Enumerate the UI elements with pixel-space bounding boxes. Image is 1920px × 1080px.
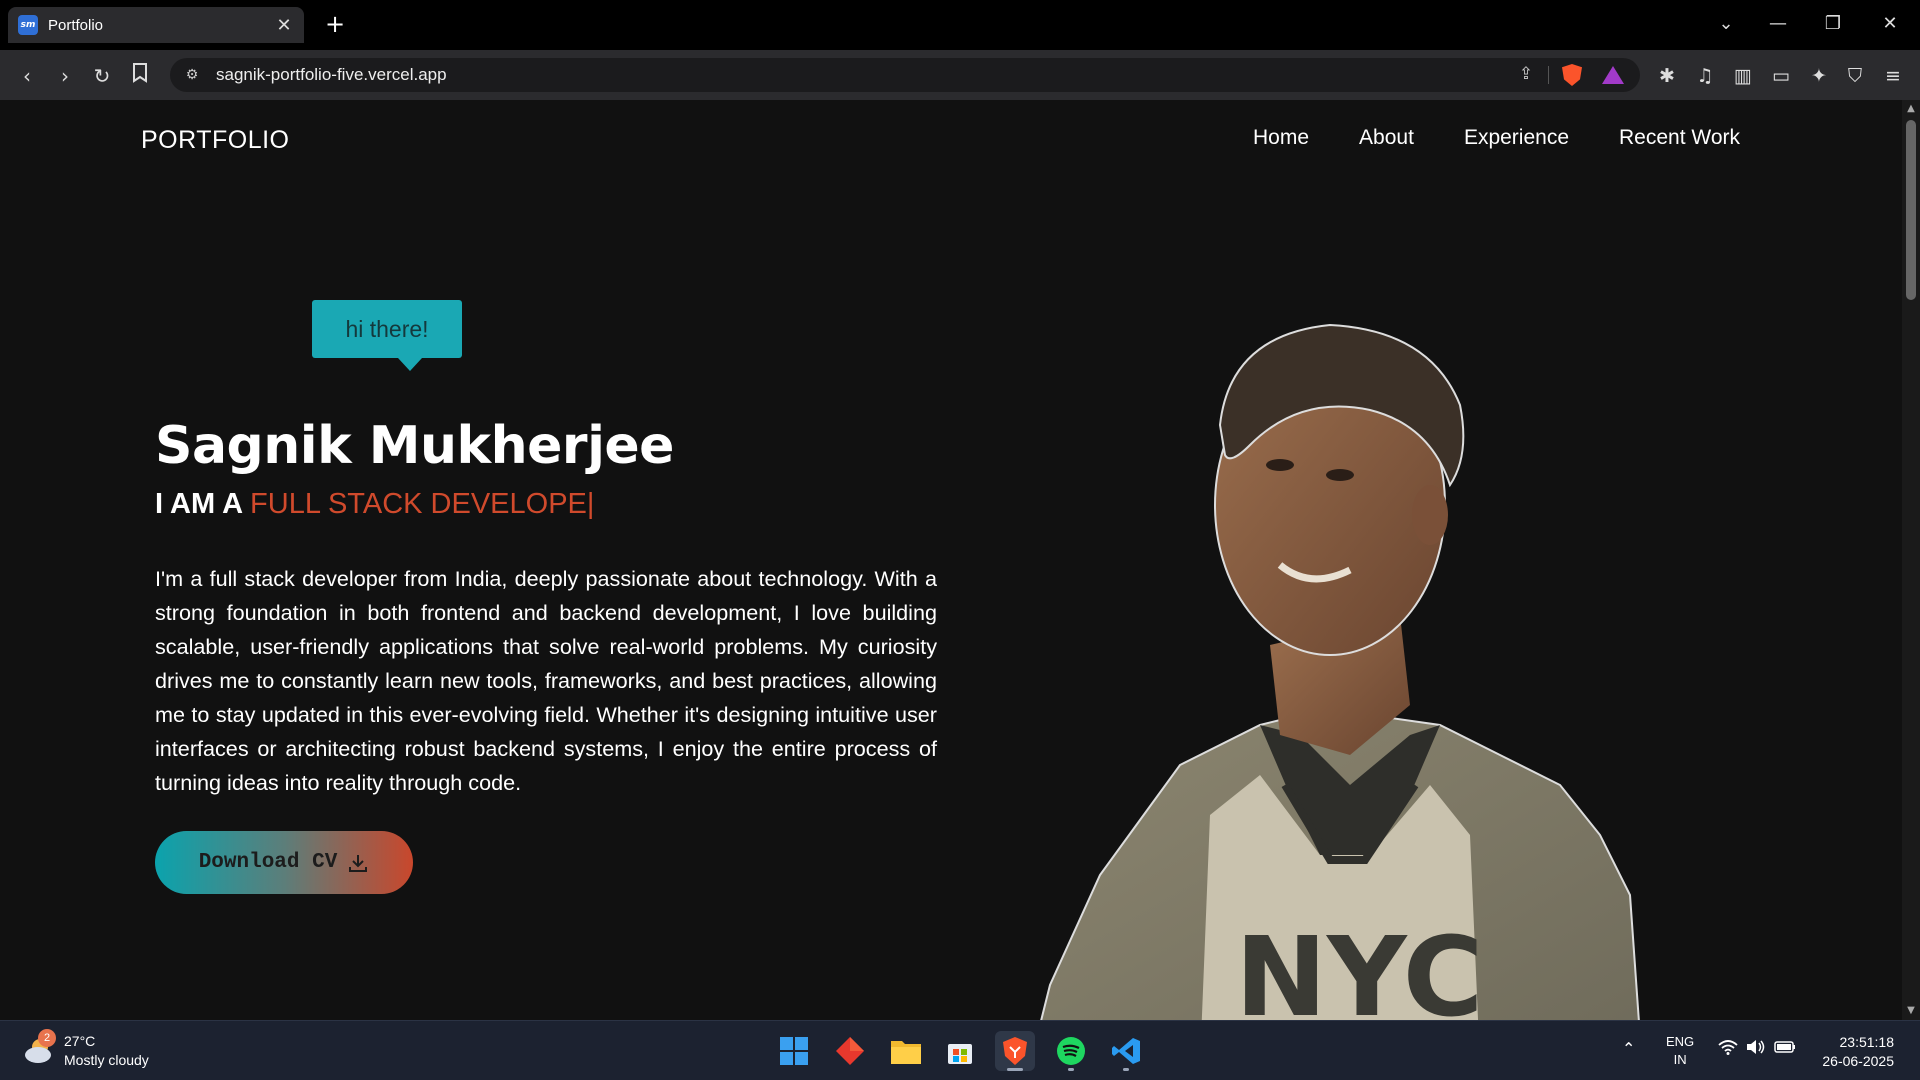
- taskbar-spotify[interactable]: [1051, 1031, 1091, 1071]
- nav-experience[interactable]: Experience: [1464, 126, 1569, 150]
- favicon-icon: sm: [18, 15, 38, 35]
- browser-tab-bar: sm Portfolio ✕ + ⌄ — ❐ ✕: [0, 0, 1920, 50]
- language-label: ENG: [1666, 1034, 1695, 1049]
- taskbar-clock[interactable]: 23:51:18 26-06-2025: [1822, 1033, 1894, 1071]
- tab-search-chevron-icon[interactable]: ⌄: [1706, 8, 1746, 40]
- vscode-icon: [1112, 1038, 1140, 1064]
- greeting-bubble: hi there!: [312, 300, 462, 358]
- language-indicator[interactable]: ENG IN: [1666, 1033, 1694, 1069]
- wifi-icon[interactable]: [1718, 1039, 1738, 1059]
- vpn-icon[interactable]: ⛉: [1842, 63, 1868, 89]
- volume-icon[interactable]: [1746, 1039, 1766, 1059]
- profile-photo: NYC: [1040, 323, 1640, 1020]
- download-cv-button[interactable]: Download CV: [155, 831, 413, 894]
- nav-recent-work[interactable]: Recent Work: [1619, 126, 1740, 150]
- extensions-icon[interactable]: ✱: [1654, 63, 1680, 89]
- address-bar[interactable]: ⚙ sagnik-portfolio-five.vercel.app ⇪: [170, 58, 1640, 92]
- role-prefix: I AM A: [155, 488, 251, 520]
- sidebar-icon[interactable]: ▥: [1730, 63, 1756, 89]
- typing-caret: |: [586, 488, 595, 520]
- nav-about[interactable]: About: [1359, 126, 1414, 150]
- tab-close-icon[interactable]: ✕: [274, 15, 294, 36]
- taskbar-vscode[interactable]: [1106, 1031, 1146, 1071]
- battery-icon[interactable]: [1774, 1039, 1796, 1059]
- weather-badge: 2: [38, 1029, 56, 1047]
- windows-start-button[interactable]: [774, 1031, 814, 1071]
- brave-lion-icon: [1003, 1037, 1027, 1065]
- forward-button[interactable]: ›: [52, 63, 78, 89]
- browser-tab-portfolio[interactable]: sm Portfolio ✕: [8, 7, 304, 43]
- bookmark-button[interactable]: [127, 63, 153, 89]
- share-icon[interactable]: ⇪: [1515, 64, 1537, 86]
- taskbar-file-explorer[interactable]: [886, 1031, 926, 1071]
- weather-desc[interactable]: Mostly cloudy: [64, 1052, 149, 1068]
- minimize-button[interactable]: —: [1758, 8, 1798, 40]
- region-label: IN: [1673, 1052, 1687, 1067]
- tray-overflow-chevron-icon[interactable]: ⌃: [1622, 1039, 1635, 1058]
- windows-taskbar: 2 27°C Mostly cloudy ⌃ ENG IN 23:51:18 2…: [0, 1020, 1920, 1080]
- nav-home[interactable]: Home: [1253, 126, 1309, 150]
- reload-button[interactable]: ↻: [89, 63, 115, 89]
- clock-time: 23:51:18: [1839, 1034, 1895, 1050]
- menu-icon[interactable]: ≡: [1880, 63, 1906, 89]
- bookmark-icon: [133, 63, 147, 83]
- download-icon: [349, 854, 368, 872]
- close-window-button[interactable]: ✕: [1870, 8, 1910, 40]
- tab-title: Portfolio: [48, 16, 104, 34]
- scrollbar-thumb[interactable]: [1906, 120, 1916, 300]
- spotify-icon: [1057, 1037, 1085, 1065]
- divider: [1548, 66, 1549, 84]
- svg-text:NYC: NYC: [1235, 913, 1484, 1020]
- brave-rewards-icon[interactable]: [1602, 66, 1624, 84]
- site-logo[interactable]: PORTFOLIO: [141, 126, 290, 155]
- active-app-indicator: [1007, 1068, 1023, 1071]
- weather-temp[interactable]: 27°C: [64, 1033, 95, 1049]
- scroll-down-icon[interactable]: ▼: [1905, 1005, 1917, 1017]
- clock-date: 26-06-2025: [1822, 1053, 1894, 1069]
- store-icon: [948, 1044, 972, 1064]
- bubble-tail: [398, 358, 422, 371]
- diamond-app-icon: [836, 1037, 864, 1065]
- leo-ai-icon[interactable]: ✦: [1806, 63, 1832, 89]
- scroll-up-icon[interactable]: ▲: [1905, 103, 1917, 115]
- hero-description: I'm a full stack developer from India, d…: [155, 566, 937, 795]
- media-icon[interactable]: ♫: [1692, 63, 1718, 89]
- running-app-indicator: [1068, 1068, 1074, 1071]
- hero-role: I AM A FULL STACK DEVELOPE|: [155, 488, 594, 521]
- site-info-icon[interactable]: ⚙: [182, 65, 202, 85]
- folder-icon: [891, 1041, 921, 1064]
- site-nav: Home About Experience Recent Work: [1253, 126, 1740, 150]
- back-button[interactable]: ‹: [14, 63, 40, 89]
- hero-name: Sagnik Mukherjee: [155, 416, 674, 476]
- new-tab-button[interactable]: +: [320, 10, 350, 40]
- url-text[interactable]: sagnik-portfolio-five.vercel.app: [216, 65, 447, 85]
- wallet-icon[interactable]: ▭: [1768, 63, 1794, 89]
- page-scrollbar[interactable]: ▲ ▼: [1902, 100, 1920, 1020]
- page-viewport: PORTFOLIO Home About Experience Recent W…: [0, 100, 1920, 1020]
- taskbar-app-todo[interactable]: [830, 1031, 870, 1071]
- role-typed-text: FULL STACK DEVELOPE: [250, 488, 587, 520]
- windows-logo-icon: [780, 1037, 808, 1065]
- running-app-indicator: [1123, 1068, 1129, 1071]
- brave-shields-icon[interactable]: [1562, 64, 1582, 86]
- download-cv-label: Download CV: [198, 851, 338, 874]
- restore-button[interactable]: ❐: [1813, 8, 1853, 40]
- taskbar-microsoft-store[interactable]: [940, 1031, 980, 1071]
- browser-toolbar: ‹ › ↻ ⚙ sagnik-portfolio-five.vercel.app…: [0, 50, 1920, 100]
- taskbar-brave-browser[interactable]: [995, 1031, 1035, 1071]
